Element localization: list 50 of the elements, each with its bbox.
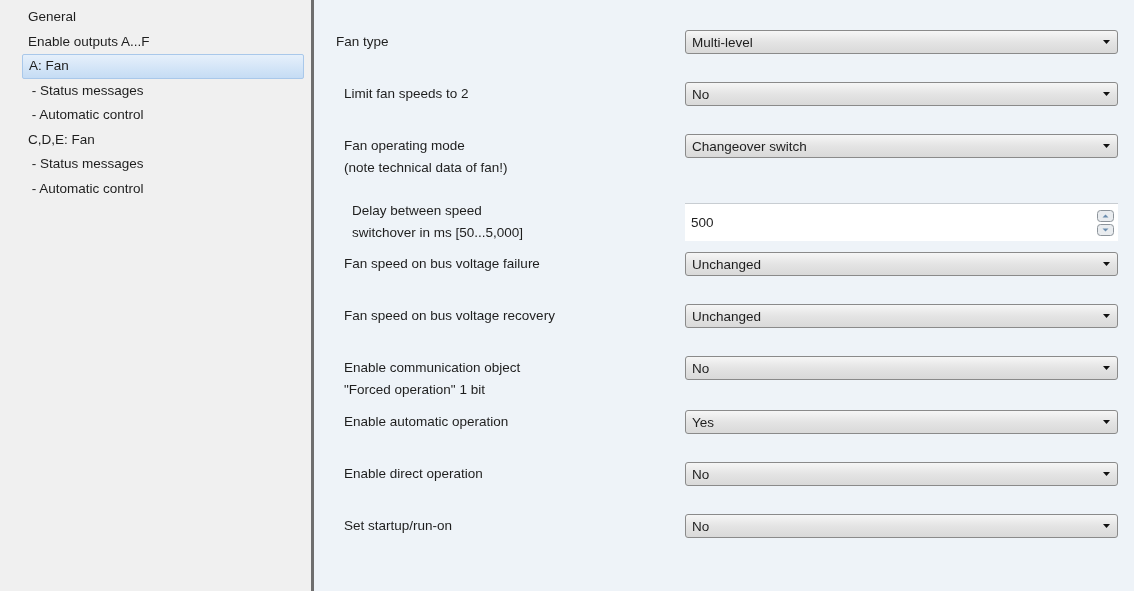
spin-down-button[interactable] [1097, 223, 1114, 236]
parameter-label: Enable communication object "Forced operation" 1 bit [343, 359, 522, 399]
sidebar-item[interactable]: - Status messages [22, 152, 304, 177]
sidebar-item[interactable]: - Automatic control [22, 176, 304, 201]
parameter-label: Fan speed on bus voltage failure [343, 255, 541, 273]
spin-up-button[interactable] [1097, 209, 1114, 222]
dropdown-value: Changeover switch [692, 138, 807, 154]
parameter-label: Enable direct operation [343, 465, 484, 483]
parameter-label: Delay between speed switchover in ms [50...5,000] [351, 202, 525, 242]
caret-icon [1103, 92, 1110, 96]
sidebar-item[interactable]: Enable outputs A...F [22, 29, 304, 54]
parameter-label: Fan speed on bus voltage recovery [343, 307, 556, 325]
parameter-label: Fan operating mode (note technical data of fan!) [343, 137, 509, 177]
dropdown[interactable]: No [685, 356, 1118, 380]
dropdown-value: Multi-level [692, 34, 753, 50]
dropdown[interactable]: No [685, 82, 1118, 106]
dropdown-value: No [692, 360, 710, 376]
caret-icon [1103, 144, 1110, 148]
sidebar-item[interactable]: - Status messages [22, 78, 304, 103]
parameter-label: Limit fan speeds to 2 [343, 85, 470, 103]
dropdown[interactable]: No [685, 462, 1118, 486]
dropdown[interactable]: Multi-level [685, 30, 1118, 54]
dropdown[interactable]: Yes [685, 410, 1118, 434]
pane-splitter[interactable] [308, 0, 318, 591]
caret-icon [1103, 262, 1110, 266]
dropdown-value: Unchanged [692, 256, 762, 272]
dropdown[interactable]: Unchanged [685, 304, 1118, 328]
caret-icon [1103, 366, 1110, 370]
dropdown-value: No [692, 86, 710, 102]
dropdown-value: No [692, 466, 710, 482]
sidebar-item[interactable]: C,D,E: Fan [22, 127, 304, 152]
dropdown-value: No [692, 518, 710, 534]
caret-icon [1103, 472, 1110, 476]
sidebar-item[interactable]: - Automatic control [22, 103, 304, 128]
caret-icon [1103, 40, 1110, 44]
parameter-label: Fan type [336, 33, 390, 51]
caret-icon [1103, 524, 1110, 528]
dropdown[interactable]: No [685, 514, 1118, 538]
caret-icon [1103, 314, 1110, 318]
dropdown[interactable]: Changeover switch [685, 134, 1118, 158]
parameter-label: Set startup/run-on [343, 517, 454, 535]
sidebar-item[interactable]: A: Fan [22, 54, 304, 79]
dropdown-value: Unchanged [692, 308, 762, 324]
field-value: 500 [691, 215, 714, 230]
dropdown[interactable]: Unchanged [685, 252, 1118, 276]
dropdown-value: Yes [692, 414, 715, 430]
parameter-label: Enable automatic operation [343, 413, 510, 431]
sidebar-item[interactable]: General [22, 5, 304, 30]
caret-icon [1103, 420, 1110, 424]
number-field[interactable]: 500 [685, 203, 1118, 241]
